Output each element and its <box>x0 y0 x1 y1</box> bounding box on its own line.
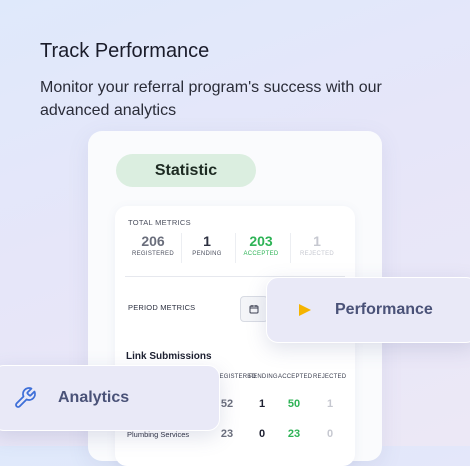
link-submissions-title: Link Submissions <box>126 351 212 362</box>
section-subtitle: Monitor your referral program's success … <box>40 79 382 119</box>
metric-accepted: 203 ACCEPTED <box>236 233 286 257</box>
section-heading: Track Performance <box>40 40 210 62</box>
table-cell: 0 <box>258 428 266 440</box>
statistic-pill: Statistic <box>116 154 256 187</box>
table-cell: 0 <box>326 428 334 440</box>
metric-value: 203 <box>249 233 273 249</box>
table-cell: 1 <box>326 398 334 410</box>
date-picker-button[interactable] <box>240 296 268 322</box>
metric-pending: 1 PENDING <box>182 233 232 257</box>
column-header: ACCEPTED <box>278 374 313 380</box>
table-row-label: Plumbing Services <box>127 430 190 439</box>
table-cell: 1 <box>258 398 266 410</box>
table-cell: 23 <box>287 428 301 440</box>
wrench-icon <box>15 387 36 408</box>
metric-value: 1 <box>203 233 211 249</box>
metric-label: REJECTED <box>299 251 335 257</box>
analytics-card[interactable]: Analytics <box>0 365 220 431</box>
metric-divider <box>290 233 291 263</box>
metric-label: ACCEPTED <box>243 251 279 257</box>
period-metrics-label: PERIOD METRICS <box>128 303 196 312</box>
metric-registered: 206 REGISTERED <box>128 233 178 257</box>
total-metrics-label: TOTAL METRICS <box>128 218 191 227</box>
metric-label: PENDING <box>192 251 222 257</box>
performance-card[interactable]: Performance <box>266 277 470 343</box>
metric-rejected: 1 REJECTED <box>292 233 342 257</box>
analytics-label: Analytics <box>58 389 130 406</box>
metric-label: REGISTERED <box>131 251 174 257</box>
play-icon <box>299 304 311 316</box>
metric-value: 1 <box>313 233 321 249</box>
metric-value: 206 <box>141 233 165 249</box>
calendar-icon <box>249 305 259 314</box>
table-cell: 23 <box>220 428 234 440</box>
table-cell: 50 <box>287 398 301 410</box>
performance-label: Performance <box>335 301 433 318</box>
column-header: PENDING <box>249 374 278 380</box>
column-header: REJECTED <box>313 374 347 380</box>
